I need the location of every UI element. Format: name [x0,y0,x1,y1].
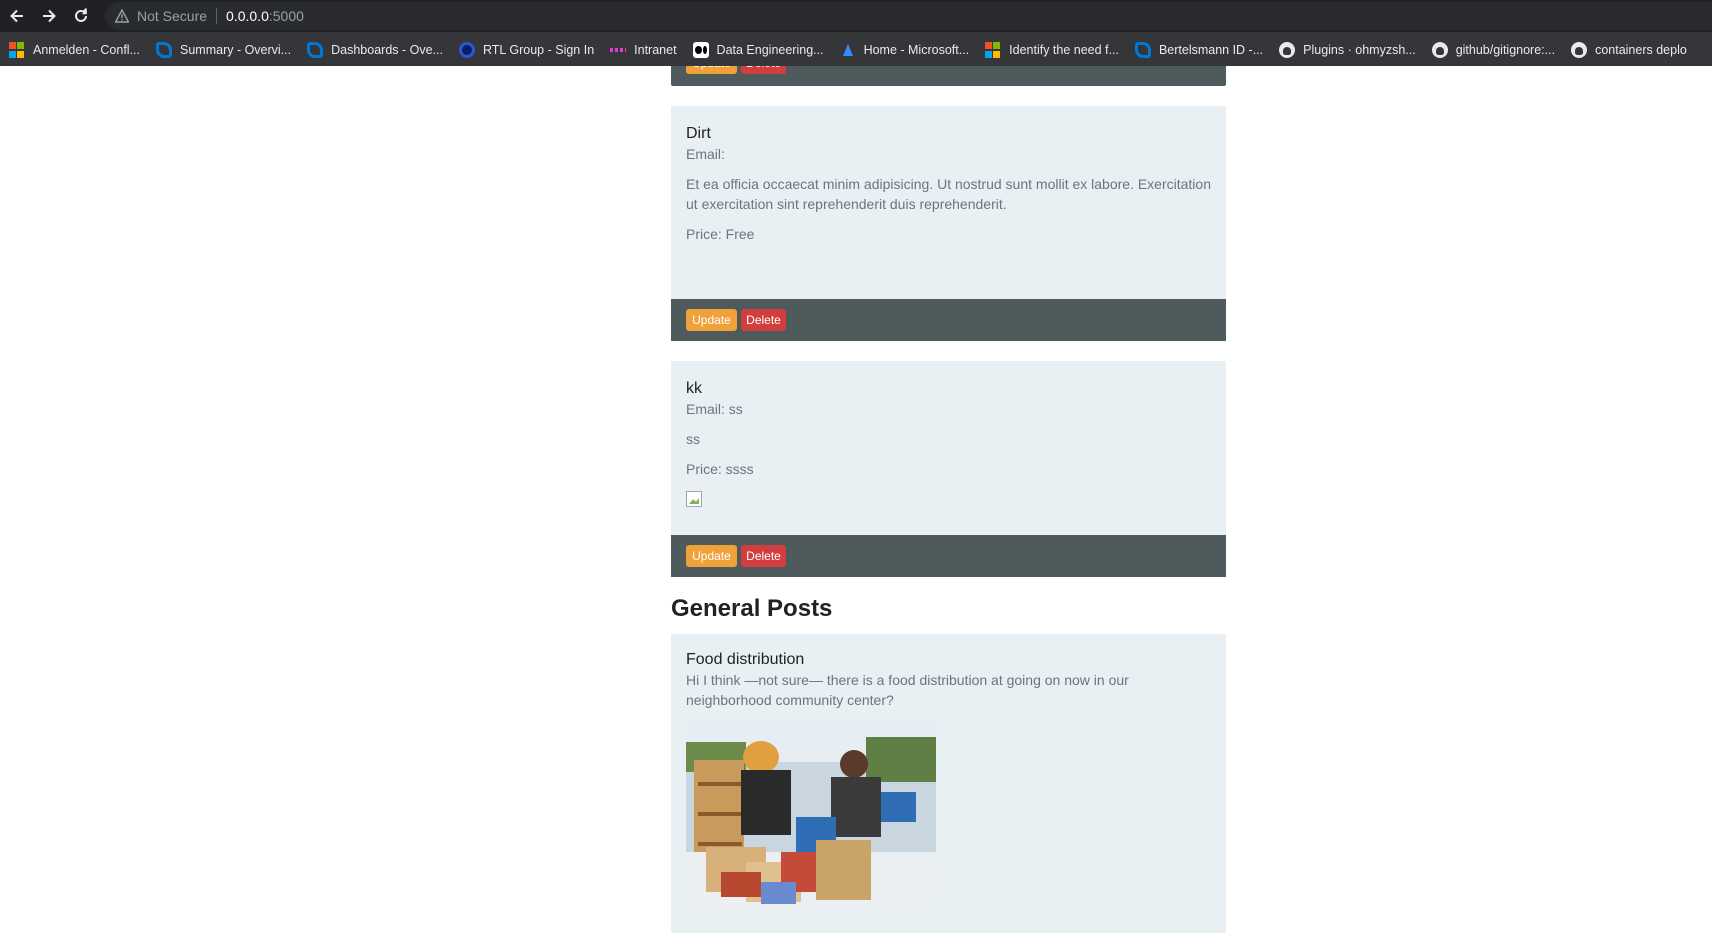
post-card: kk Email: ss ss Price: ssss Update Delet… [671,361,1226,577]
bookmark-label: Data Engineering... [716,43,824,57]
url-port: :5000 [268,8,304,24]
update-button[interactable]: Update [686,66,737,74]
bookmark-item[interactable]: Dashboards - Ove... [307,42,443,58]
bookmark-label: github/gitignore:... [1455,43,1556,57]
bookmark-label: RTL Group - Sign In [482,43,595,57]
bookmark-label: Summary - Overvi... [180,43,292,57]
security-label[interactable]: Not Secure [137,8,207,24]
post-description: ss [686,431,700,447]
github-icon [1431,42,1448,58]
delete-button[interactable]: Delete [741,309,786,331]
bookmark-item[interactable]: Intranet [610,42,677,58]
bookmark-item[interactable]: Summary - Overvi... [156,42,291,58]
reload-icon [75,7,87,22]
card-body: Dirt Email: Et ea officia occaecat minim… [671,106,1226,244]
bookmark-item[interactable]: Identify the need f... [985,42,1119,58]
post-title: kk [686,380,702,397]
bookmark-label: Anmelden - Confl... [33,43,140,57]
azure-devops-icon [156,42,172,58]
card-body: Food distribution Hi I think —not sure— … [671,634,1226,909]
arrow-left-icon [10,9,23,23]
github-icon [1571,42,1588,58]
post-email: Email: ss [686,401,743,417]
intranet-icon [610,42,627,58]
card-footer: Update Delete [671,66,1226,86]
medium-icon [692,42,709,58]
bookmark-label: Intranet [634,43,677,57]
arrow-right-icon [43,9,56,23]
bookmark-item[interactable]: Home - Microsoft... [840,42,970,58]
post-photo [686,722,936,909]
post-email: Email: [686,146,725,162]
update-button[interactable]: Update [686,545,737,567]
bookmark-label: Home - Microsoft... [863,43,970,57]
warning-icon [115,9,129,23]
browser-chrome: Not Secure 0.0.0.0:5000 Anmelden - Confl… [0,0,1712,66]
bookmark-item[interactable]: Anmelden - Confl... [9,42,140,58]
post-title: Dirt [686,125,711,142]
rtl-icon [458,42,475,58]
bookmark-label: containers deplo [1595,43,1687,57]
forward-button[interactable] [37,4,61,28]
back-button[interactable] [5,4,29,28]
browser-toolbar: Not Secure 0.0.0.0:5000 [0,0,1712,32]
bookmark-item[interactable]: Data Engineering... [692,42,824,58]
bookmark-label: Dashboards - Ove... [331,43,443,57]
bookmark-item[interactable]: RTL Group - Sign In [458,42,595,58]
post-description: Et ea officia occaecat minim adipisicing… [686,176,1211,212]
post-card: Dirt Email: Et ea officia occaecat minim… [671,106,1226,341]
card-footer: Update Delete [671,299,1226,341]
azure-devops-icon [307,42,324,58]
separator [216,8,218,24]
post-price: Price: ssss [686,461,754,477]
delete-button[interactable]: Delete [741,545,786,567]
address-bar[interactable]: Not Secure 0.0.0.0:5000 [105,2,1712,30]
general-post-card: Food distribution Hi I think —not sure— … [671,634,1226,933]
github-icon [1279,42,1296,58]
post-price: Price: Free [686,226,755,242]
azure-devops-icon [1134,42,1151,58]
update-button[interactable]: Update [686,309,737,331]
post-title: Food distribution [686,651,805,668]
azure-icon [840,42,856,58]
reload-button[interactable] [69,4,93,28]
microsoft-icon [985,42,1001,58]
food-distribution-photo [686,722,936,909]
section-heading: General Posts [671,595,833,622]
bookmark-label: Identify the need f... [1009,43,1119,57]
post-text: Hi I think —not sure— there is a food di… [686,672,1129,708]
bookmark-label: Bertelsmann ID -... [1158,43,1264,57]
delete-button[interactable]: Delete [741,66,786,74]
bookmark-item[interactable]: Bertelsmann ID -... [1134,42,1264,58]
broken-image-icon [686,491,702,507]
bookmarks-bar: Anmelden - Confl... Summary - Overvi... … [0,38,1712,62]
url-host: 0.0.0.0 [226,8,269,24]
microsoft-icon [9,42,25,58]
card-body: kk Email: ss ss Price: ssss [671,361,1226,507]
bookmark-item[interactable]: Plugins · ohmyzsh... [1279,42,1416,58]
card-footer: Update Delete [671,535,1226,577]
bookmark-label: Plugins · ohmyzsh... [1303,43,1416,57]
bookmark-item[interactable]: containers deplo [1571,42,1687,58]
bookmark-item[interactable]: github/gitignore:... [1431,42,1556,58]
